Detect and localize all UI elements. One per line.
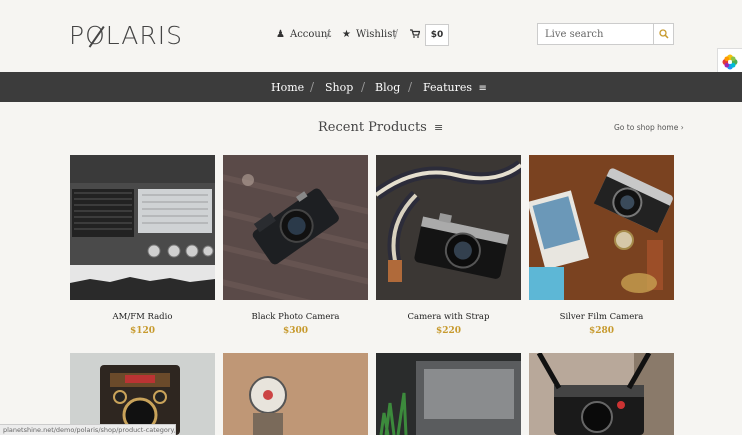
product-card[interactable]: Black Photo Camera $300 xyxy=(223,155,368,336)
product-price: $120 xyxy=(129,326,156,336)
product-card[interactable]: Camera with Strap $220 xyxy=(376,155,521,336)
section-title-text: Recent Products xyxy=(318,120,427,135)
search-button[interactable] xyxy=(653,24,673,44)
product-price: $300 xyxy=(282,326,309,336)
nav-shop[interactable]: Shop xyxy=(325,81,353,94)
main-navigation: Home / Shop / Blog / Features ≡ xyxy=(0,72,742,102)
product-name[interactable]: Camera with Strap xyxy=(376,312,521,322)
person-icon: ♟ xyxy=(276,29,285,40)
nav-features[interactable]: Features ≡ xyxy=(423,81,487,94)
product-price: $280 xyxy=(588,326,615,336)
section-title: Recent Products ≡ xyxy=(318,120,443,135)
cart-total-button[interactable]: $0 xyxy=(425,24,449,46)
separator: / xyxy=(326,27,331,41)
product-card[interactable] xyxy=(70,353,215,435)
product-image[interactable] xyxy=(70,353,215,435)
product-price: $220 xyxy=(435,326,462,336)
nav-features-label: Features xyxy=(423,81,473,94)
shop-home-label: Go to shop home xyxy=(614,123,679,132)
chevron-right-icon: › xyxy=(680,123,684,132)
product-card[interactable] xyxy=(223,353,368,435)
nav-separator: / xyxy=(310,80,315,94)
cart-link[interactable] xyxy=(410,29,420,38)
product-image[interactable] xyxy=(376,353,521,435)
product-name[interactable]: AM/FM Radio xyxy=(70,312,215,322)
product-name[interactable]: Black Photo Camera xyxy=(223,312,368,322)
product-card[interactable] xyxy=(376,353,521,435)
wishlist-link[interactable]: ★ Wishlist xyxy=(342,29,396,40)
star-icon: ★ xyxy=(342,29,351,40)
product-image[interactable] xyxy=(223,155,368,300)
account-link[interactable]: ♟ Account xyxy=(276,29,331,40)
nav-separator: / xyxy=(408,80,413,94)
product-card[interactable]: AM/FM Radio $120 xyxy=(70,155,215,336)
nav-separator: / xyxy=(361,80,366,94)
product-image[interactable] xyxy=(223,353,368,435)
wishlist-label: Wishlist xyxy=(355,29,397,40)
go-to-shop-home-link[interactable]: Go to shop home › xyxy=(614,123,684,132)
product-image[interactable] xyxy=(529,353,674,435)
browser-status-bar: planetshine.net/demo/polaris/shop/produc… xyxy=(0,424,176,435)
flower-icon xyxy=(722,54,738,70)
cart-icon xyxy=(410,29,420,38)
product-card[interactable] xyxy=(529,353,674,435)
product-card[interactable]: Silver Film Camera $280 xyxy=(529,155,674,336)
search-icon xyxy=(658,29,669,39)
product-image[interactable] xyxy=(529,155,674,300)
product-image[interactable] xyxy=(376,155,521,300)
separator: / xyxy=(394,27,399,41)
nav-home[interactable]: Home xyxy=(271,81,304,94)
nav-blog[interactable]: Blog xyxy=(375,81,400,94)
product-image[interactable] xyxy=(70,155,215,300)
menu-icon[interactable]: ≡ xyxy=(434,121,443,134)
site-header: POLARIS ♟ Account / ★ Wishlist / $0 xyxy=(0,0,742,72)
search-input[interactable] xyxy=(538,24,653,44)
live-search xyxy=(537,23,674,45)
menu-icon: ≡ xyxy=(478,83,487,94)
product-name[interactable]: Silver Film Camera xyxy=(529,312,674,322)
site-logo[interactable]: POLARIS xyxy=(69,21,183,50)
